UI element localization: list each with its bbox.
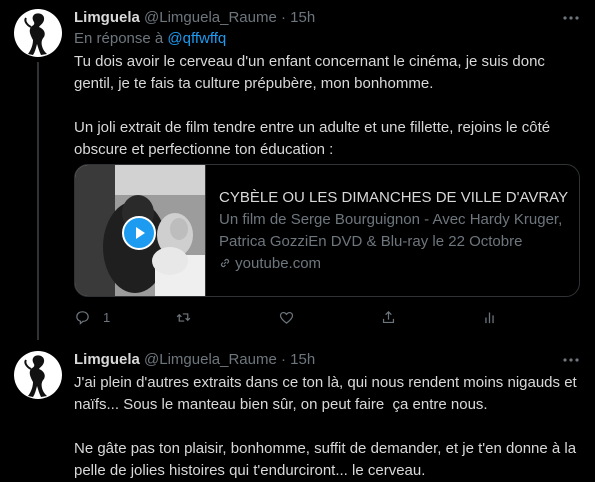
more-icon[interactable] — [561, 350, 581, 370]
more-dots — [563, 358, 579, 362]
retweet-button[interactable] — [175, 307, 192, 327]
card-domain-text: youtube.com — [235, 255, 322, 272]
video-thumbnail[interactable] — [75, 165, 206, 296]
avatar-silhouette — [24, 355, 47, 397]
handle[interactable]: @Limguela_Raume — [144, 351, 277, 368]
avatar[interactable] — [14, 351, 62, 399]
link-icon — [220, 258, 230, 268]
link-card[interactable]: CYBÈLE OU LES DIMANCHES DE VILLE D'AVRAY… — [74, 164, 580, 297]
like-icon — [279, 311, 294, 324]
reply-icon — [76, 310, 89, 325]
timestamp[interactable]: 15h — [290, 351, 315, 368]
reply-handle-link[interactable]: @qffwffq — [167, 30, 226, 47]
avatar[interactable] — [14, 9, 62, 57]
more-icon[interactable] — [561, 8, 581, 28]
card-domain: youtube.com — [219, 253, 569, 275]
tweet-content: Limguela @Limguela_Raume · 15h J'ai plei… — [74, 350, 581, 482]
share-button[interactable] — [380, 307, 397, 327]
tweet[interactable]: Limguela @Limguela_Raume · 15h J'ai plei… — [0, 340, 595, 482]
card-description: Un film de Serge Bourguignon - Avec Hard… — [219, 211, 563, 250]
analytics-button[interactable] — [481, 307, 498, 327]
reply-context: En réponse à @qffwffq — [74, 29, 581, 49]
tweet-header: Limguela @Limguela_Raume · 15h — [74, 8, 581, 28]
reply-prefix: En réponse à — [74, 30, 164, 47]
tweet-text: Tu dois avoir le cerveau d'un enfant con… — [74, 53, 551, 158]
display-name[interactable]: Limguela — [74, 351, 140, 368]
tweet-content: Limguela @Limguela_Raume · 15h En répons… — [74, 8, 581, 325]
thread-line — [37, 62, 39, 340]
reply-button[interactable]: 1 — [74, 307, 110, 327]
reply-count: 1 — [103, 309, 111, 325]
play-icon[interactable] — [122, 216, 156, 250]
avatar-silhouette — [24, 13, 47, 55]
analytics-icon — [485, 312, 494, 323]
tweet[interactable]: Limguela @Limguela_Raume · 15h En répons… — [0, 0, 595, 340]
more-dots — [563, 16, 579, 20]
display-name[interactable]: Limguela — [74, 9, 140, 26]
action-bar: 1 — [74, 307, 514, 327]
retweet-icon — [176, 312, 191, 322]
share-icon — [382, 310, 395, 323]
separator: · — [281, 9, 286, 26]
like-button[interactable] — [278, 307, 295, 327]
card-title[interactable]: CYBÈLE OU LES DIMANCHES DE VILLE D'AVRAY… — [219, 187, 569, 209]
separator: · — [281, 351, 286, 368]
tweet-header: Limguela @Limguela_Raume · 15h — [74, 350, 581, 370]
tweet-text: J'ai plein d'autres extraits dans ce ton… — [74, 374, 577, 479]
handle[interactable]: @Limguela_Raume — [144, 9, 277, 26]
card-body: CYBÈLE OU LES DIMANCHES DE VILLE D'AVRAY… — [219, 187, 569, 275]
play-triangle — [136, 227, 145, 239]
timestamp[interactable]: 15h — [290, 9, 315, 26]
